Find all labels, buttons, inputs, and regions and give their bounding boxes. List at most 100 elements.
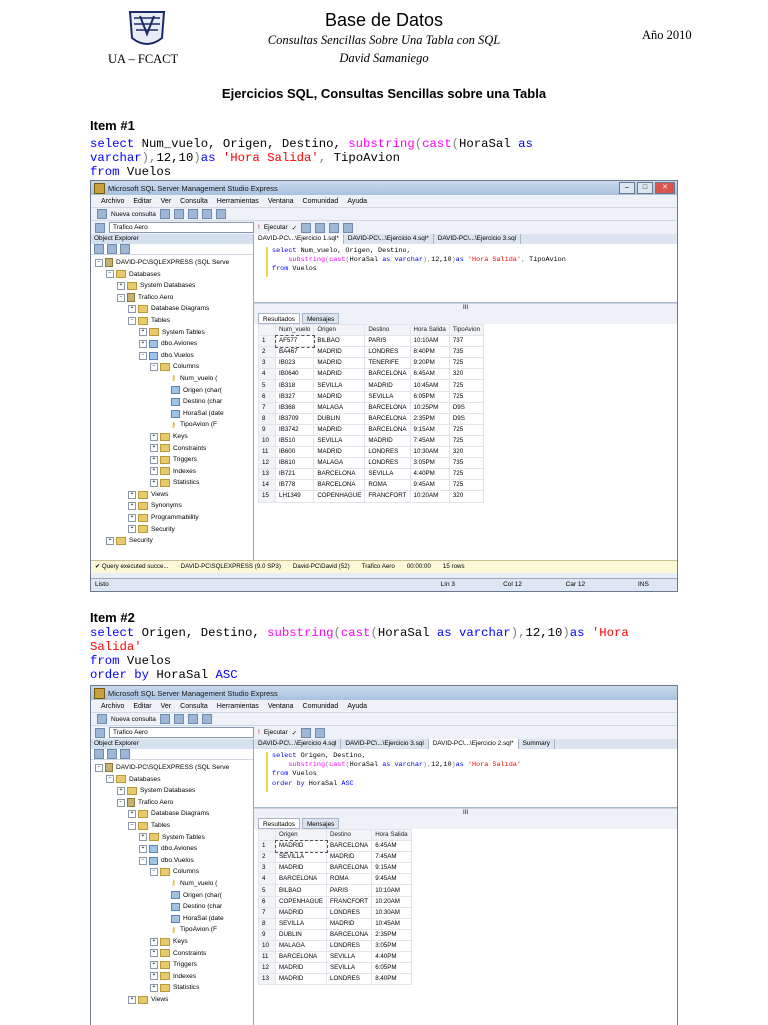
tree-node[interactable]: + Views bbox=[91, 994, 253, 1006]
horizontal-scrollbar[interactable]: III bbox=[254, 303, 677, 313]
menu-item-consulta[interactable]: Consulta bbox=[180, 703, 208, 710]
document-tab[interactable]: DAVID-PC\...\Ejercicio 3.sql bbox=[341, 739, 429, 749]
collapse-icon[interactable]: − bbox=[117, 293, 125, 302]
tree-node[interactable]: Destino (char bbox=[91, 396, 253, 408]
table-row[interactable]: 10 IB510 SEVILLA MADRID 7:45AM 725 bbox=[258, 434, 485, 448]
tree-node[interactable]: + Indexes bbox=[91, 971, 253, 983]
new-query-icon[interactable] bbox=[97, 714, 107, 724]
object-explorer-icon[interactable] bbox=[201, 209, 212, 219]
query-editor[interactable]: select Num_vuelo, Origen, Destino, subst… bbox=[254, 244, 677, 303]
collapse-icon[interactable]: − bbox=[128, 316, 136, 325]
execute-button[interactable]: Ejecutar bbox=[264, 729, 288, 736]
execute-button[interactable]: Ejecutar bbox=[264, 224, 288, 231]
expand-icon[interactable]: + bbox=[150, 467, 158, 476]
menu-item-ayuda[interactable]: Ayuda bbox=[347, 198, 367, 205]
query-editor[interactable]: select Origen, Destino, substring(cast(H… bbox=[254, 749, 677, 808]
expand-icon[interactable]: + bbox=[150, 972, 158, 981]
expand-icon[interactable]: + bbox=[117, 786, 125, 795]
comment-icon[interactable] bbox=[315, 727, 326, 738]
table-row[interactable]: 1 MADRID BARCELONA 6:45AM bbox=[258, 839, 412, 853]
table-row[interactable]: 11 IB600 MADRID LONDRES 10:30AM 320 bbox=[258, 446, 485, 459]
grid-column-header[interactable]: Hora Salida bbox=[409, 323, 450, 337]
editor-code[interactable]: select Origen, Destino, substring(cast(H… bbox=[254, 749, 677, 789]
execute-icon[interactable]: ! bbox=[258, 729, 260, 736]
tree-node[interactable]: − Tables bbox=[91, 820, 253, 832]
results-grid-icon[interactable] bbox=[301, 222, 312, 233]
table-row[interactable]: 12 IB610 MALAGA LONDRES 3:05PM 735 bbox=[258, 457, 485, 470]
menu-item-ver[interactable]: Ver bbox=[161, 198, 172, 205]
table-row[interactable]: 6 COPENHAGUE FRANCFORT 10:20AM bbox=[258, 895, 412, 908]
table-row[interactable]: 1 AF577 BILBAO PARIS 10:10AM 737 bbox=[258, 334, 485, 348]
grid-column-header[interactable]: Num_vuelo bbox=[274, 323, 315, 337]
collapse-icon[interactable]: − bbox=[106, 270, 114, 279]
grid-column-header[interactable]: Destino bbox=[364, 323, 411, 337]
tree-node[interactable]: + Triggers bbox=[91, 454, 253, 466]
save-icon[interactable] bbox=[173, 209, 184, 219]
tree-node[interactable]: + Database Diagrams bbox=[91, 808, 253, 820]
tree-node[interactable]: Destino (char bbox=[91, 901, 253, 913]
open-file-icon[interactable] bbox=[159, 714, 170, 724]
tree-node[interactable]: − Databases bbox=[91, 774, 253, 786]
table-row[interactable]: 9 IB3742 MADRID BARCELONA 9:15AM 725 bbox=[258, 423, 485, 436]
grid-column-header[interactable]: Destino bbox=[326, 828, 373, 842]
tree-node[interactable]: − Columns bbox=[91, 866, 253, 878]
properties-icon[interactable] bbox=[215, 209, 226, 219]
tree-node[interactable]: + Security bbox=[91, 524, 253, 536]
filter-icon[interactable] bbox=[120, 244, 130, 254]
tree-node[interactable]: + Synonyms bbox=[91, 500, 253, 512]
expand-icon[interactable]: + bbox=[139, 844, 147, 853]
collapse-icon[interactable]: − bbox=[95, 258, 103, 267]
comment-icon[interactable] bbox=[329, 222, 340, 233]
expand-icon[interactable]: + bbox=[128, 810, 136, 819]
parse-icon[interactable]: ✓ bbox=[292, 224, 297, 232]
tree-node[interactable]: − dbo.Vuelos bbox=[91, 350, 253, 362]
new-query-icon[interactable] bbox=[97, 209, 107, 219]
menu-item-comunidad[interactable]: Comunidad bbox=[303, 198, 339, 205]
execute-icon[interactable]: ! bbox=[258, 224, 260, 231]
tree-node[interactable]: + System Databases bbox=[91, 280, 253, 292]
tree-node[interactable]: ⚷ TipoAvion (F bbox=[91, 419, 253, 431]
table-row[interactable]: 11 BARCELONA SEVILLA 4:40PM bbox=[258, 951, 412, 964]
menu-item-ventana[interactable]: Ventana bbox=[268, 703, 294, 710]
tree-node[interactable]: + Constraints bbox=[91, 443, 253, 455]
tree-node[interactable]: ⚷ TipoAvion (F bbox=[91, 924, 253, 936]
table-row[interactable]: 3 IB023 MADRID TENERIFE 9:20PM 725 bbox=[258, 357, 485, 370]
expand-icon[interactable]: + bbox=[128, 490, 136, 499]
table-row[interactable]: 2 SEVILLA MADRID 7:45AM bbox=[258, 851, 412, 864]
table-row[interactable]: 5 IB318 SEVILLA MADRID 10:45AM 725 bbox=[258, 379, 485, 392]
results-tab[interactable]: Resultados bbox=[258, 818, 300, 829]
table-row[interactable]: 8 IB3709 DUBLIN BARCELONA 2:35PM D9S bbox=[258, 412, 485, 425]
grid-column-header[interactable]: TipoAvion bbox=[448, 323, 485, 337]
expand-icon[interactable]: + bbox=[128, 513, 136, 522]
document-tab[interactable]: DAVID-PC\...\Ejercicio 3.sql bbox=[434, 234, 522, 244]
collapse-icon[interactable]: − bbox=[128, 821, 136, 830]
database-selector[interactable]: Trafico Aero bbox=[109, 727, 254, 738]
tree-node[interactable]: + Constraints bbox=[91, 948, 253, 960]
expand-icon[interactable]: + bbox=[150, 937, 158, 946]
collapse-icon[interactable]: − bbox=[95, 763, 103, 772]
save-all-icon[interactable] bbox=[187, 209, 198, 219]
collapse-icon[interactable]: − bbox=[150, 363, 158, 372]
table-row[interactable]: 10 MALAGA LONDRES 3:05PM bbox=[258, 939, 412, 953]
document-tab[interactable]: DAVID-PC\...\Ejercicio 4.sql bbox=[254, 739, 342, 749]
document-tab[interactable]: DAVID-PC\...\Ejercicio 2.sql* bbox=[428, 739, 519, 749]
indent-icon[interactable] bbox=[343, 222, 354, 233]
tree-node[interactable]: HoraSal (date bbox=[91, 408, 253, 420]
expand-icon[interactable]: + bbox=[128, 995, 136, 1004]
tree-node[interactable]: − DAVID-PC\SQLEXPRESS (SQL Serve bbox=[91, 257, 253, 269]
expand-icon[interactable]: + bbox=[150, 455, 158, 464]
expand-icon[interactable]: + bbox=[139, 339, 147, 348]
table-row[interactable]: 6 IB327 MADRID SEVILLA 6:05PM 725 bbox=[258, 390, 485, 403]
database-selector[interactable]: Trafico Aero bbox=[109, 222, 254, 233]
collapse-icon[interactable]: − bbox=[139, 351, 147, 360]
menu-item-archivo[interactable]: Archivo bbox=[101, 198, 124, 205]
results-tab[interactable]: Resultados bbox=[258, 313, 300, 324]
tree-node[interactable]: + Triggers bbox=[91, 959, 253, 971]
table-row[interactable]: 3 MADRID BARCELONA 9:15AM bbox=[258, 862, 412, 875]
save-all-icon[interactable] bbox=[187, 714, 198, 724]
collapse-icon[interactable]: − bbox=[150, 868, 158, 877]
expand-icon[interactable]: + bbox=[150, 949, 158, 958]
table-row[interactable]: 2 BA467 MADRID LONDRES 8:40PM 735 bbox=[258, 346, 485, 359]
tree-node[interactable]: + System Databases bbox=[91, 785, 253, 797]
tree-node[interactable]: − Columns bbox=[91, 361, 253, 373]
